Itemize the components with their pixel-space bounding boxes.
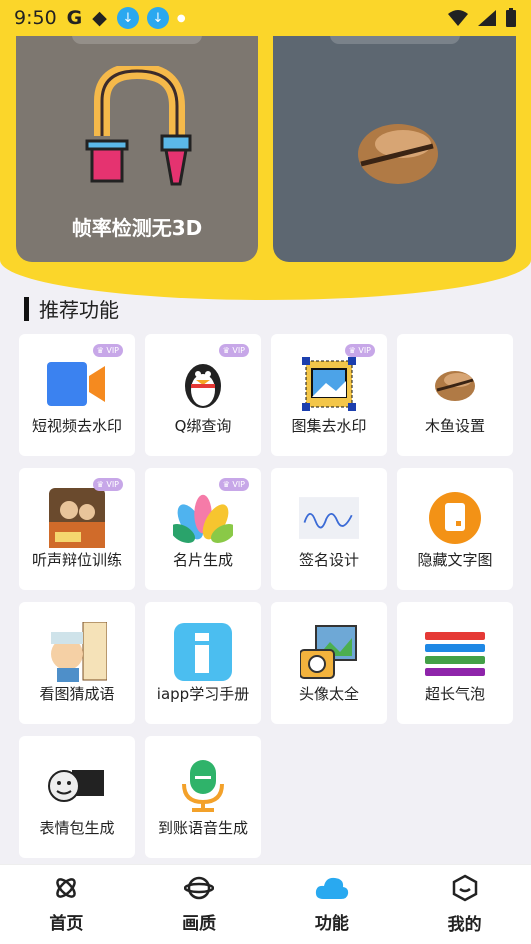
feature-label: 看图猜成语 xyxy=(39,685,115,703)
feature-tile[interactable]: 隐藏文字图 xyxy=(397,468,513,590)
feature-tile[interactable]: 头像太全 xyxy=(271,602,387,724)
feature-label: 签名设计 xyxy=(298,551,359,569)
planet-icon xyxy=(183,875,215,905)
feature-label: 到账语音生成 xyxy=(157,819,248,837)
feature-label: 木鱼设置 xyxy=(424,417,485,435)
feature-label: 表情包生成 xyxy=(39,819,115,837)
feature-tile[interactable]: 表情包生成 xyxy=(19,736,135,858)
feature-tile[interactable]: ♛ VIP 听声辩位训练 xyxy=(19,468,135,590)
microphone-icon xyxy=(173,756,233,816)
cloud-icon xyxy=(315,875,349,905)
feature-tile[interactable]: iapp学习手册 xyxy=(145,602,261,724)
meme-icon xyxy=(47,756,107,816)
paint-bucket-icon xyxy=(85,66,192,186)
cube-icon xyxy=(452,874,478,906)
nav-item-3[interactable]: 我的 xyxy=(398,865,531,944)
feature-tile[interactable]: 看图猜成语 xyxy=(19,602,135,724)
feature-label: 超长气泡 xyxy=(424,685,485,703)
section-title-text: 推荐功能 xyxy=(39,298,119,322)
banner-caption: 帧率检测无3D xyxy=(71,216,203,240)
section-title: 推荐功能 xyxy=(24,294,119,323)
image-frame-icon xyxy=(299,354,359,414)
feature-label: 听声辩位训练 xyxy=(31,551,122,569)
signature-icon xyxy=(299,488,359,548)
feature-label: 头像太全 xyxy=(298,685,359,703)
feature-tile[interactable]: 到账语音生成 xyxy=(145,736,261,858)
status-bar: 9:50 G ◆ ↓ ↓ ● xyxy=(0,0,531,36)
vip-badge: ♛ VIP xyxy=(218,478,249,491)
banner-card-framerate[interactable]: 帧率检测无3D xyxy=(16,36,258,262)
video-camera-icon xyxy=(47,354,107,414)
feature-tile[interactable]: 签名设计 xyxy=(271,468,387,590)
avatar-camera-icon xyxy=(299,622,359,682)
dot-icon: ● xyxy=(176,12,186,24)
nav-item-2[interactable]: 功能 xyxy=(266,865,399,944)
feature-tile[interactable]: ♛ VIP 名片生成 xyxy=(145,468,261,590)
feature-tile[interactable]: ♛ VIP Q绑查询 xyxy=(145,334,261,456)
feature-tile[interactable]: 超长气泡 xyxy=(397,602,513,724)
g-icon: G xyxy=(66,7,83,29)
feature-tile[interactable]: ♛ VIP 短视频去水印 xyxy=(19,334,135,456)
atom-icon xyxy=(53,875,79,905)
nav-label: 画质 xyxy=(182,914,217,934)
vip-badge: ♛ VIP xyxy=(92,344,123,357)
vip-badge: ♛ VIP xyxy=(218,344,249,357)
nav-label: 功能 xyxy=(314,914,349,934)
idiom-icon xyxy=(47,622,107,682)
nav-label: 首页 xyxy=(49,914,84,934)
wooden-fish-icon xyxy=(425,354,485,414)
feature-label: 图集去水印 xyxy=(291,417,367,435)
feature-label: 短视频去水印 xyxy=(31,417,122,435)
battery-icon xyxy=(506,8,516,27)
feature-label: 名片生成 xyxy=(172,551,233,569)
banner-card-wooden-fish[interactable] xyxy=(273,36,516,262)
bubble-list-icon xyxy=(425,622,485,682)
nav-item-0[interactable]: 首页 xyxy=(0,865,133,944)
petals-icon xyxy=(173,488,233,548)
gift-icon: ◆ xyxy=(92,7,107,29)
nav-label: 我的 xyxy=(447,915,482,935)
feature-tile[interactable]: ♛ VIP 图集去水印 xyxy=(271,334,387,456)
signal-icon xyxy=(478,10,496,26)
feature-label: 隐藏文字图 xyxy=(417,551,493,569)
feature-grid: ♛ VIP 短视频去水印 ♛ VIP Q绑查询 ♛ VIP 图集去水印 木鱼设置 ♛ VIP 听… xyxy=(19,334,515,858)
feature-label: iapp学习手册 xyxy=(156,685,250,703)
download-icon: ↓ xyxy=(116,7,139,29)
download-icon: ↓ xyxy=(146,7,169,29)
hidden-text-icon xyxy=(425,488,485,548)
status-time: 9:50 xyxy=(14,7,57,29)
feature-tile[interactable]: 木鱼设置 xyxy=(397,334,513,456)
feature-label: Q绑查询 xyxy=(174,417,232,435)
vip-badge: ♛ VIP xyxy=(92,478,123,491)
game-poster-icon xyxy=(47,488,107,548)
nav-item-1[interactable]: 画质 xyxy=(133,865,266,944)
penguin-icon xyxy=(173,354,233,414)
bottom-nav: 首页 画质 功能 我的 xyxy=(0,864,531,944)
wifi-icon xyxy=(448,10,468,26)
info-book-icon xyxy=(173,622,233,682)
vip-badge: ♛ VIP xyxy=(344,344,375,357)
wooden-fish-icon xyxy=(358,124,438,184)
